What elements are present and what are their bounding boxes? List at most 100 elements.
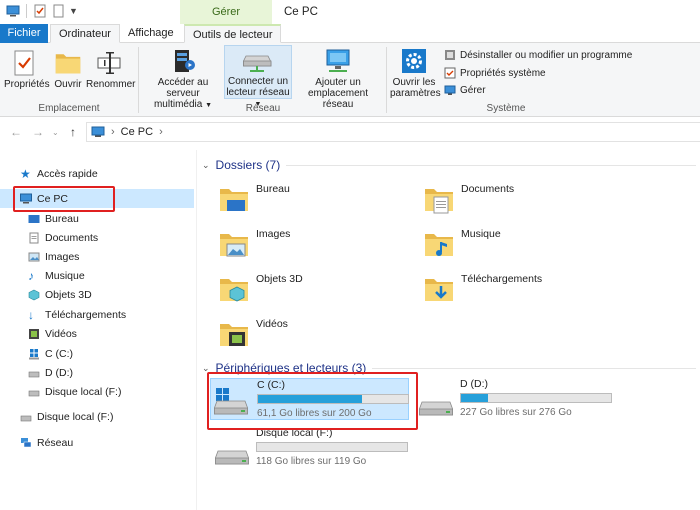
breadcrumb-chevron-icon[interactable]: › [159, 126, 163, 138]
highlight-drive-c [207, 372, 418, 430]
folder-objets-3d[interactable]: Objets 3D [218, 273, 303, 305]
folder-musique[interactable]: Musique [423, 228, 501, 260]
ribbon-divider [138, 47, 139, 113]
folder-bureau[interactable]: Bureau [218, 183, 290, 215]
drive-f-usage-bar [256, 442, 408, 452]
objects-3d-folder-icon [218, 273, 250, 302]
folder-videos-label: Vidéos [256, 318, 288, 330]
gerer-label: Gérer [460, 84, 486, 96]
nav-images[interactable]: Images [0, 247, 194, 266]
manage-context-tab[interactable]: Gérer [180, 0, 272, 24]
renommer-label: Renommer [86, 79, 136, 90]
nav-reseau[interactable]: Réseau [0, 433, 194, 452]
folder-documents[interactable]: Documents [423, 183, 514, 215]
tab-affichage[interactable]: Affichage [120, 24, 182, 43]
collapse-chevron-icon[interactable]: ⌄ [202, 160, 210, 171]
network-icon [21, 437, 32, 447]
nav-documents[interactable]: Documents [0, 228, 194, 247]
ouvrir-parametres-button[interactable]: Ouvrir les paramètres [390, 47, 441, 99]
documents-icon [29, 232, 39, 243]
rename-icon [97, 52, 121, 74]
ajouter-label-1: Ajouter un [315, 77, 361, 88]
nav-disque-local-f-label: Disque local (F:) [37, 410, 114, 423]
recent-dropdown-icon[interactable]: ⌄ [52, 128, 59, 137]
new-page-icon[interactable] [51, 4, 65, 18]
nav-telechargements[interactable]: ↓ Téléchargements [0, 305, 194, 324]
drive-f[interactable]: Disque local (F:) 118 Go libres sur 119 … [210, 427, 409, 469]
up-arrow-icon[interactable]: ↑ [70, 125, 76, 139]
nav-acces-rapide-label: Accès rapide [37, 167, 98, 180]
quick-access-toolbar: ▼ [6, 4, 78, 18]
windows-drive-icon [29, 348, 39, 359]
network-drive-icon [243, 55, 272, 72]
desinstaller-programme-button[interactable]: Désinstaller ou modifier un programme [444, 49, 632, 61]
tab-ordinateur[interactable]: Ordinateur [50, 24, 120, 43]
address-bar[interactable]: › Ce PC › [86, 122, 700, 142]
breadcrumb-ce-pc[interactable]: Ce PC [121, 126, 153, 138]
back-arrow-icon[interactable]: ← [10, 125, 22, 139]
connecter-lecteur-reseau-button[interactable]: Connecter un lecteur réseau ▼ [224, 45, 292, 108]
nav-f-drive[interactable]: Disque local (F:) [0, 382, 194, 401]
tab-outils-de-lecteur[interactable]: Outils de lecteur [184, 24, 282, 43]
nav-d-drive[interactable]: D (D:) [0, 363, 194, 382]
settings-gear-icon [402, 49, 426, 73]
pane-splitter[interactable] [196, 150, 197, 510]
pc-icon[interactable] [6, 4, 20, 18]
proprietes-systeme-button[interactable]: Propriétés système [444, 67, 546, 79]
qat-separator [26, 4, 27, 18]
tab-fichier[interactable]: Fichier [0, 24, 48, 43]
nav-videos-label: Vidéos [45, 327, 77, 340]
manage-computer-icon [444, 85, 456, 95]
folder-videos[interactable]: Vidéos [218, 318, 288, 350]
nav-musique[interactable]: ♪ Musique [0, 266, 194, 285]
folder-telechargements[interactable]: Téléchargements [423, 273, 542, 305]
parametres-label-2: paramètres [390, 88, 441, 99]
reseau-group-label: Réseau [245, 103, 281, 114]
music-folder-icon [423, 228, 455, 256]
drive-d[interactable]: D (D:) 227 Go libres sur 276 Go [414, 378, 613, 420]
star-icon: ★ [20, 166, 31, 181]
drive-f-free-space: 118 Go libres sur 119 Go [256, 456, 367, 467]
drive-d-name: D (D:) [460, 378, 488, 390]
emplacement-group-label: Emplacement [38, 103, 100, 114]
forward-arrow-icon[interactable]: → [32, 125, 44, 139]
ribbon-divider [386, 47, 387, 113]
system-properties-icon [444, 67, 456, 79]
media-server-icon [175, 50, 195, 72]
folder-images-label: Images [256, 228, 291, 240]
nav-disque-local-f[interactable]: Disque local (F:) [0, 407, 194, 426]
folder-documents-label: Documents [461, 183, 515, 195]
folders-section-header[interactable]: ⌄ Dossiers (7) [202, 158, 696, 172]
nav-objets-3d[interactable]: Objets 3D [0, 285, 194, 304]
nav-bureau-label: Bureau [45, 212, 79, 225]
properties-icon [14, 50, 34, 76]
hard-drive-icon [214, 447, 250, 465]
breadcrumb-chevron-icon[interactable]: › [111, 126, 115, 138]
folder-objets-3d-label: Objets 3D [256, 273, 303, 285]
properties-check-icon[interactable] [33, 4, 47, 18]
qat-dropdown-icon[interactable]: ▼ [69, 6, 78, 16]
nav-documents-label: Documents [45, 231, 99, 244]
ajouter-emplacement-reseau-button[interactable]: Ajouter un emplacement réseau [294, 47, 382, 110]
pc-icon [91, 126, 105, 137]
nav-videos[interactable]: Vidéos [0, 324, 194, 343]
renommer-button[interactable]: Renommer [86, 49, 136, 90]
open-folder-icon [54, 49, 82, 77]
videos-folder-icon [218, 318, 250, 346]
proprietes-label: Propriétés [4, 79, 50, 90]
gerer-button[interactable]: Gérer [444, 84, 486, 96]
cube-3d-icon [28, 289, 40, 300]
nav-images-label: Images [45, 250, 80, 263]
proprietes-button[interactable]: Propriétés [4, 49, 50, 90]
acceder-serveur-multimedia-button[interactable]: Accéder au serveur multimédia ▼ [142, 47, 224, 111]
ouvrir-button[interactable]: Ouvrir [50, 49, 86, 90]
folder-images[interactable]: Images [218, 228, 290, 260]
desktop-icon [28, 214, 40, 223]
nav-c-drive-label: C (C:) [45, 347, 73, 360]
nav-c-drive[interactable]: C (C:) [0, 344, 194, 363]
drive-d-free-space: 227 Go libres sur 276 Go [460, 407, 572, 418]
folder-bureau-label: Bureau [256, 183, 290, 195]
uninstall-icon [445, 50, 455, 60]
nav-reseau-label: Réseau [37, 436, 74, 449]
nav-acces-rapide[interactable]: ★ Accès rapide [0, 164, 194, 183]
